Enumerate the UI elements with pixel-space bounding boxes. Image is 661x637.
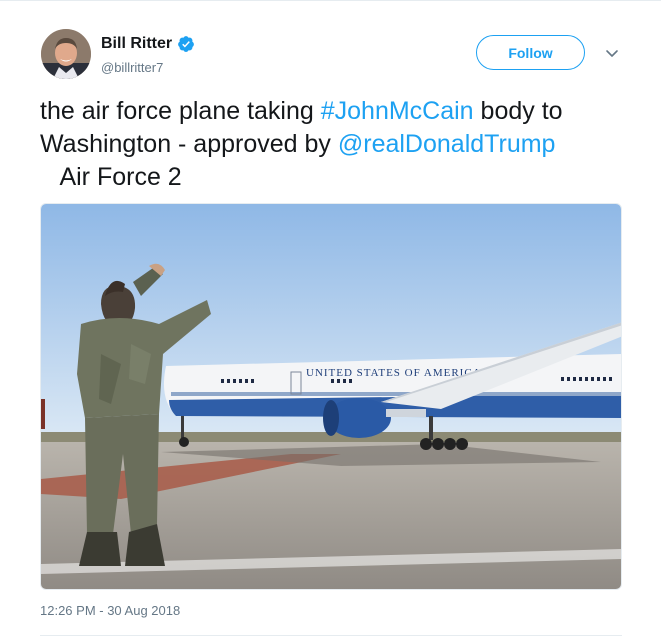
plane-lettering: UNITED STATES OF AMERICA xyxy=(306,367,482,379)
tweet-timestamp[interactable]: 12:26 PM - 30 Aug 2018 xyxy=(40,603,180,618)
tweet-text-segment: the air force plane taking xyxy=(40,97,321,125)
author-handle[interactable]: @billritter7 xyxy=(101,60,163,75)
verified-badge-icon xyxy=(178,36,194,52)
hashtag-link[interactable]: #JohnMcCain xyxy=(321,97,474,125)
tweet-text-segment: Air Force 2 xyxy=(40,163,182,191)
chevron-down-icon[interactable] xyxy=(603,44,621,62)
tweet-text: the air force plane taking #JohnMcCain b… xyxy=(40,95,630,194)
tweet-photo[interactable]: UNITED STATES OF AMERICA xyxy=(40,203,622,590)
author-name-row[interactable]: Bill Ritter xyxy=(101,35,195,53)
mention-link[interactable]: @realDonaldTrump xyxy=(338,130,556,158)
top-divider xyxy=(0,0,661,1)
bottom-divider xyxy=(40,635,622,636)
display-name[interactable]: Bill Ritter xyxy=(101,35,172,53)
avatar[interactable] xyxy=(41,29,91,79)
follow-button[interactable]: Follow xyxy=(476,35,585,70)
